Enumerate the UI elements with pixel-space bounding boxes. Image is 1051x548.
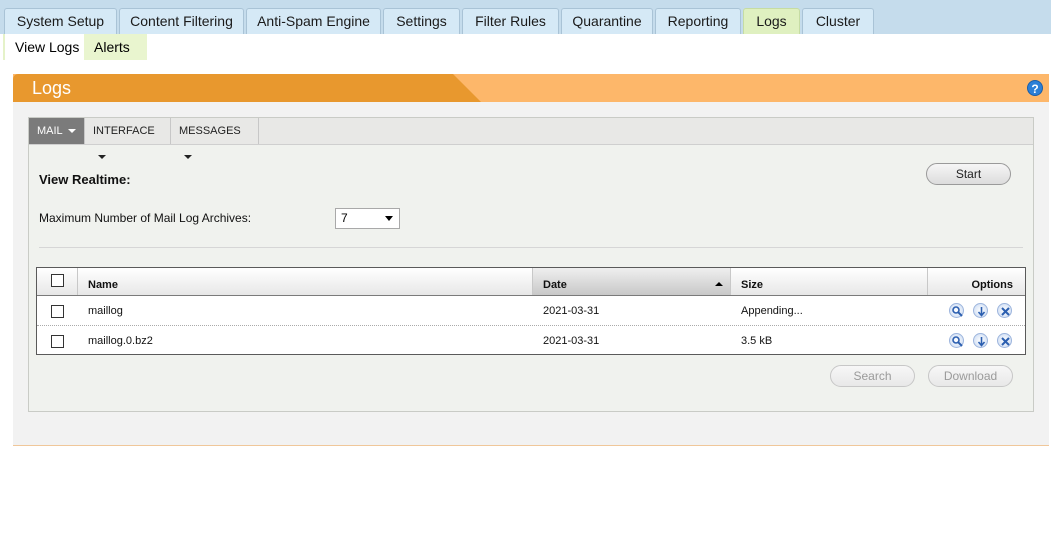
table-row: maillog.0.bz2 2021-03-31 3.5 kB	[37, 326, 1025, 356]
tab-messages[interactable]: MESSAGES	[171, 118, 259, 160]
start-button[interactable]: Start	[926, 163, 1011, 185]
caret-down-icon	[184, 155, 192, 160]
tab-mail-label: MAIL	[37, 125, 63, 137]
tab-interface-label: INTERFACE	[93, 125, 155, 137]
sub-nav: View Logs Alerts	[0, 34, 1051, 61]
archives-label: Maximum Number of Mail Log Archives:	[39, 211, 252, 225]
help-icon[interactable]: ?	[1027, 80, 1043, 96]
cell-name: maillog.0.bz2	[88, 335, 153, 347]
cell-date: 2021-03-31	[543, 335, 600, 347]
cell-date: 2021-03-31	[543, 305, 600, 317]
archives-select[interactable]: 7	[335, 208, 400, 229]
th-size[interactable]: Size	[731, 268, 928, 295]
download-button[interactable]: Download	[928, 365, 1013, 387]
subtab-alerts[interactable]: Alerts	[84, 34, 147, 60]
sort-ascending-icon	[715, 282, 723, 286]
th-date[interactable]: Date	[533, 268, 731, 295]
table-header: Name Date Size Options	[37, 268, 1025, 296]
th-select-all	[37, 268, 78, 295]
tab-interface[interactable]: INTERFACE	[85, 118, 171, 160]
tab-settings[interactable]: Settings	[383, 8, 460, 34]
cell-size: Appending...	[741, 305, 803, 317]
delete-icon[interactable]	[997, 303, 1012, 318]
download-icon[interactable]	[973, 333, 988, 348]
row-checkbox[interactable]	[51, 305, 64, 318]
logs-panel: Logs ? MAIL INTERFACE MESSAGES View Real…	[13, 74, 1049, 446]
log-files-table: Name Date Size Options maillog 2021-03-3…	[36, 267, 1026, 355]
row-checkbox[interactable]	[51, 335, 64, 348]
search-button[interactable]: Search	[830, 365, 915, 387]
log-type-tabs: MAIL INTERFACE MESSAGES	[29, 118, 1033, 160]
logs-content-box: MAIL INTERFACE MESSAGES View Realtime: S…	[28, 117, 1034, 412]
tab-mail[interactable]: MAIL	[29, 118, 85, 144]
cell-size: 3.5 kB	[741, 335, 773, 347]
tab-reporting[interactable]: Reporting	[655, 8, 741, 34]
panel-header: Logs ?	[13, 74, 1049, 102]
search-icon[interactable]	[949, 303, 964, 318]
caret-down-icon	[98, 155, 106, 160]
tab-content-filtering[interactable]: Content Filtering	[119, 8, 244, 34]
tab-filter-rules[interactable]: Filter Rules	[462, 8, 559, 34]
chevron-down-icon	[385, 216, 393, 221]
cell-name: maillog	[88, 305, 123, 317]
search-icon[interactable]	[949, 333, 964, 348]
divider	[39, 247, 1023, 248]
subtab-view-logs[interactable]: View Logs	[3, 34, 90, 60]
tab-anti-spam-engine[interactable]: Anti-Spam Engine	[246, 8, 381, 34]
caret-down-icon	[67, 129, 76, 134]
tab-quarantine[interactable]: Quarantine	[561, 8, 653, 34]
th-name[interactable]: Name	[78, 268, 533, 295]
panel-title: Logs	[32, 78, 72, 98]
tab-system-setup[interactable]: System Setup	[4, 8, 117, 34]
select-all-checkbox[interactable]	[51, 274, 64, 287]
archives-select-value: 7	[341, 211, 348, 225]
download-icon[interactable]	[973, 303, 988, 318]
panel-header-accent	[13, 74, 481, 102]
tab-cluster[interactable]: Cluster	[802, 8, 874, 34]
table-row: maillog 2021-03-31 Appending...	[37, 296, 1025, 326]
view-realtime-label: View Realtime:	[39, 172, 131, 187]
top-nav: System Setup Content Filtering Anti-Spam…	[0, 0, 1051, 34]
delete-icon[interactable]	[997, 333, 1012, 348]
tab-messages-label: MESSAGES	[179, 125, 241, 137]
th-date-label: Date	[543, 279, 567, 291]
tab-logs[interactable]: Logs	[743, 8, 800, 34]
th-options: Options	[971, 279, 1013, 291]
